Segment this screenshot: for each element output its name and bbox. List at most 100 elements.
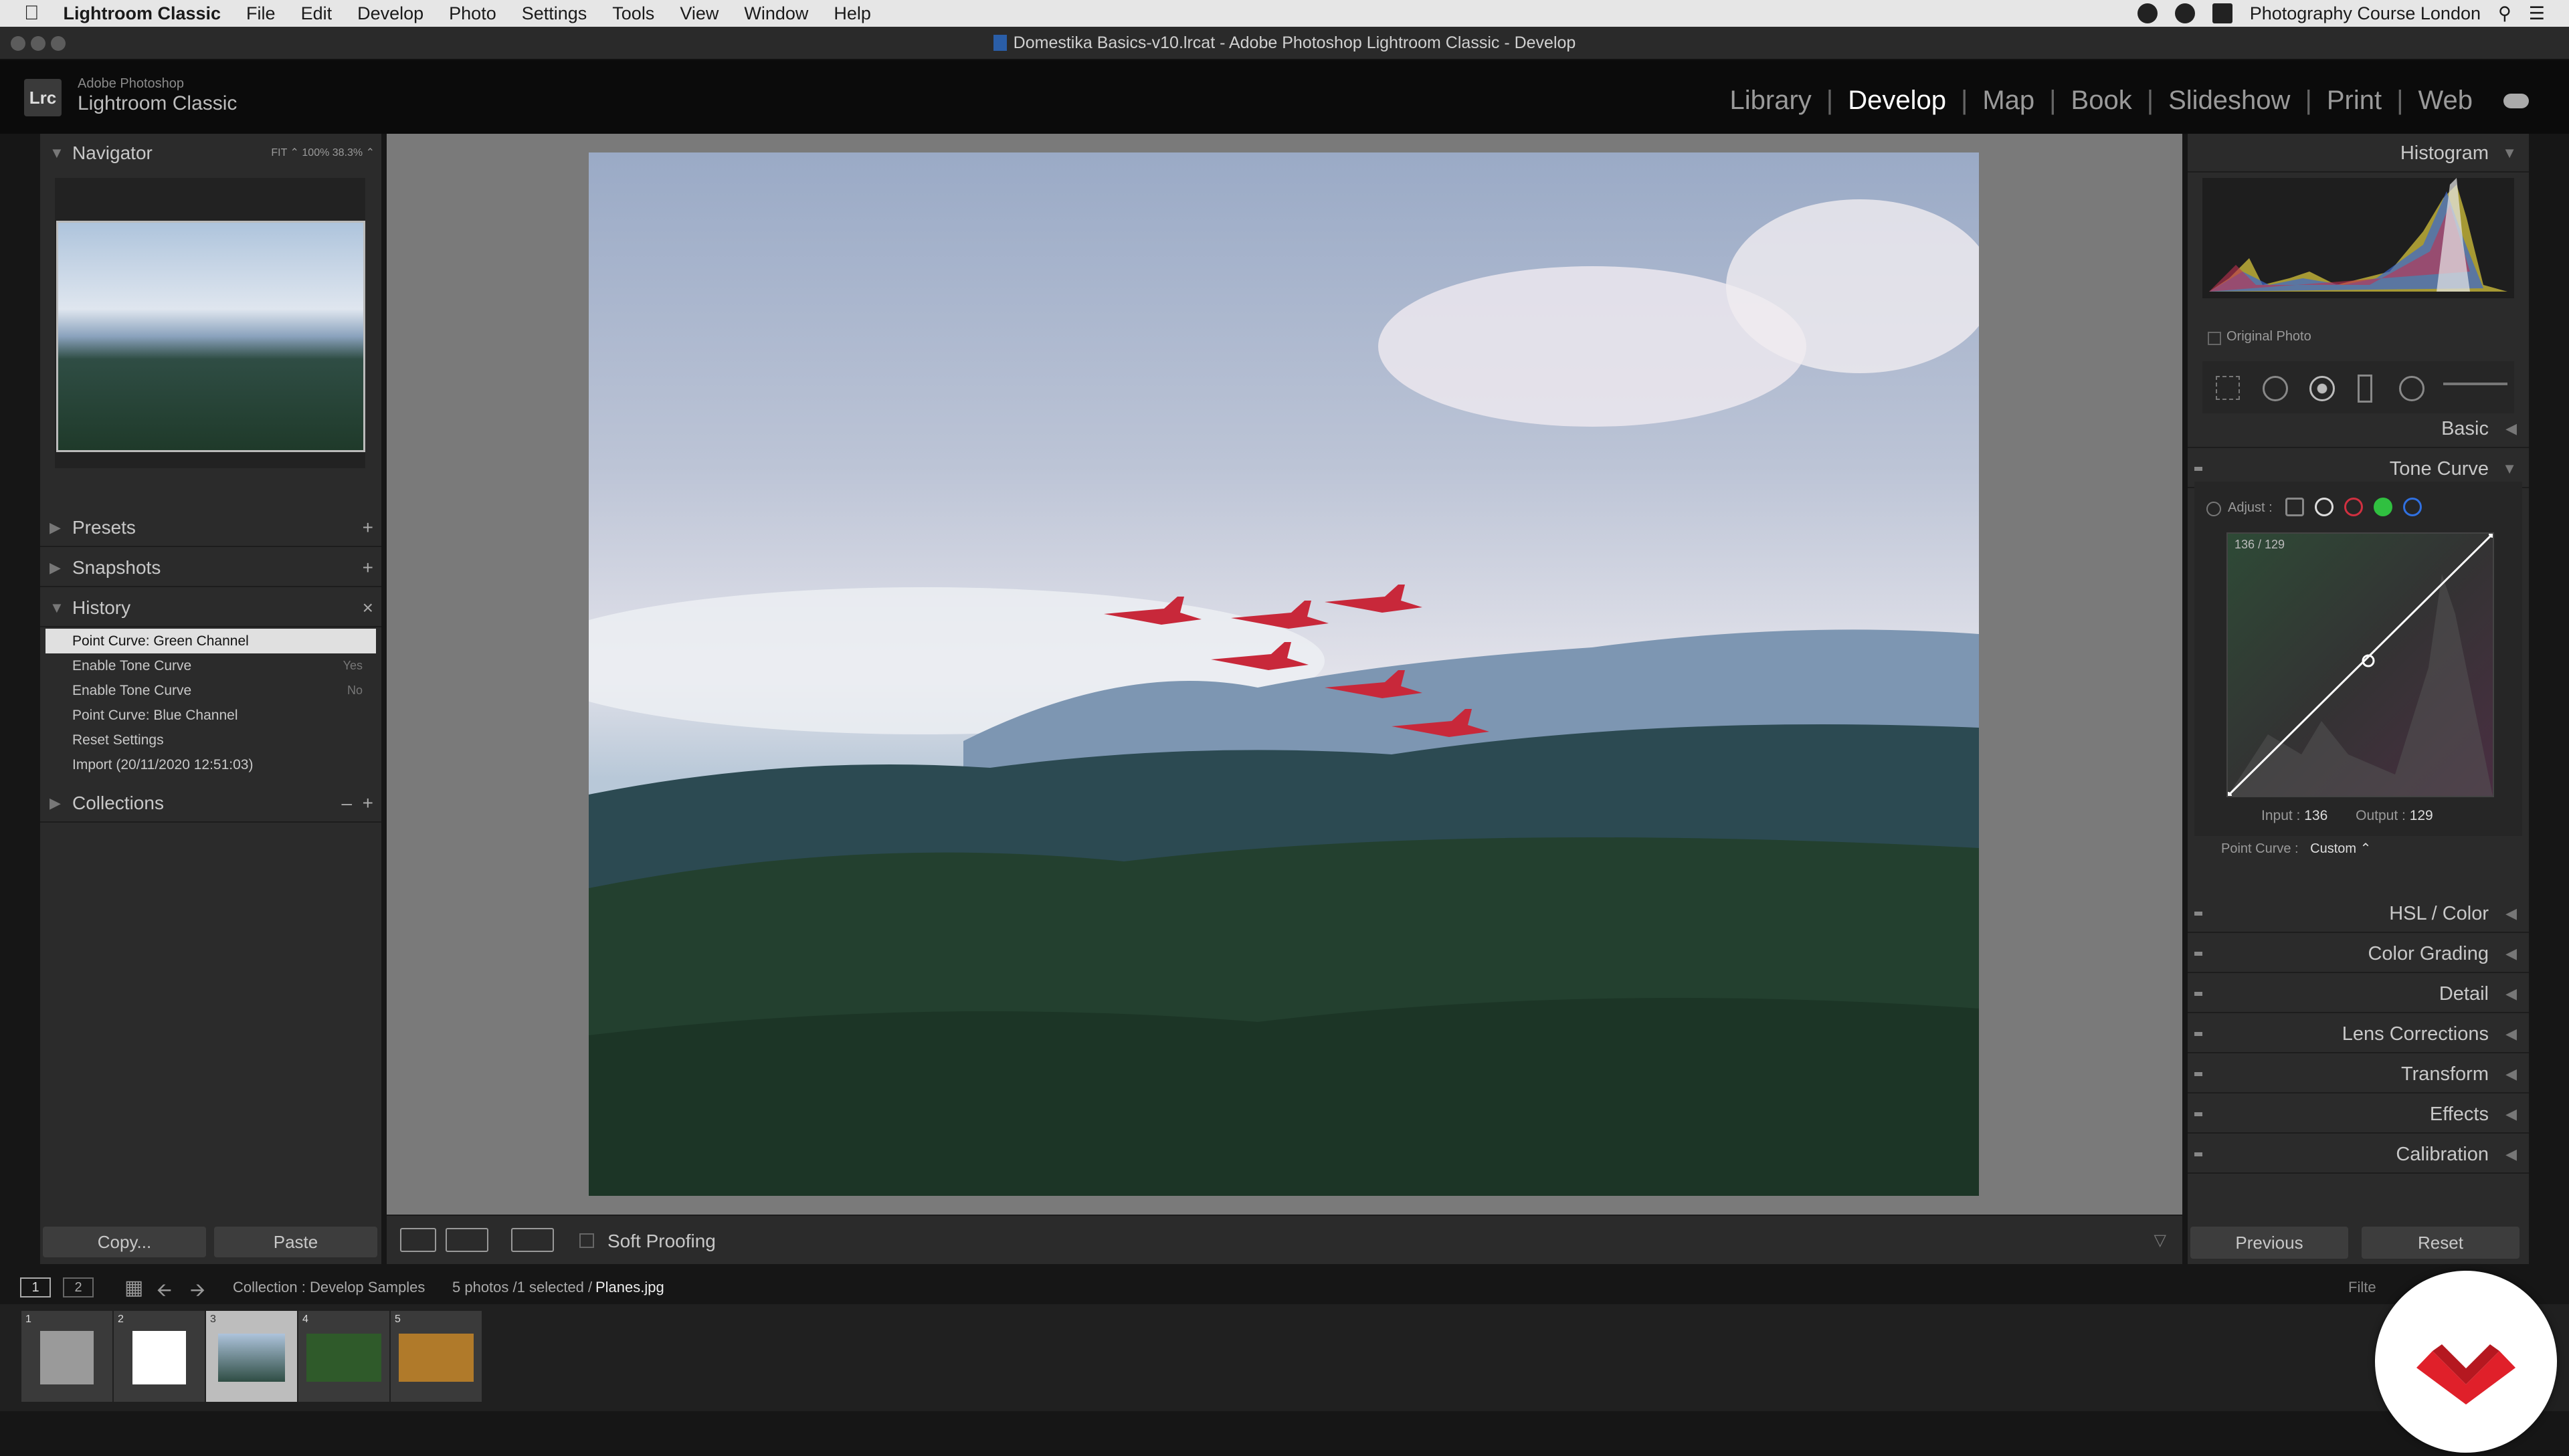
filmstrip-thumbnail[interactable]: 2 (114, 1311, 205, 1402)
menu-edit[interactable]: Edit (301, 3, 332, 24)
copy-settings-button[interactable]: Copy... (43, 1227, 206, 1257)
filmstrip-thumbnail[interactable]: 5 (391, 1311, 482, 1402)
calibration-header[interactable]: Calibration ◀ (2188, 1135, 2529, 1174)
point-curve-rgb-icon[interactable] (2315, 498, 2334, 516)
filmstrip-thumbnail[interactable]: 1 (21, 1311, 112, 1402)
panel-switch-icon[interactable] (2194, 912, 2202, 916)
green-channel-icon[interactable] (2374, 498, 2392, 516)
panel-switch-icon[interactable] (2194, 1152, 2202, 1156)
minimize-window-button[interactable] (31, 36, 45, 51)
menu-file[interactable]: File (246, 3, 276, 24)
menu-develop[interactable]: Develop (357, 3, 423, 24)
apple-icon[interactable]:  (24, 2, 39, 25)
target-adjust-icon[interactable] (2206, 502, 2221, 516)
cloud-sync-icon[interactable] (2503, 93, 2529, 108)
panel-switch-icon[interactable] (2194, 1112, 2202, 1116)
back-arrow-icon[interactable]: 🡨 (157, 1276, 172, 1308)
hsl-color-header[interactable]: HSL / Color ◀ (2188, 894, 2529, 933)
point-curve-value[interactable]: Custom ⌃ (2310, 841, 2371, 856)
soft-proofing-checkbox[interactable] (579, 1233, 594, 1248)
module-library[interactable]: Library (1715, 86, 1826, 116)
reset-button[interactable]: Reset (2362, 1227, 2519, 1259)
graduated-filter-icon[interactable] (2358, 375, 2372, 403)
record-icon[interactable] (2137, 3, 2158, 23)
histogram-header[interactable]: Histogram ▼ (2188, 134, 2529, 173)
detail-header[interactable]: Detail ◀ (2188, 974, 2529, 1013)
secondary-window-button[interactable]: 2 (63, 1277, 94, 1297)
panel-switch-icon[interactable] (2194, 467, 2202, 471)
module-map[interactable]: Map (1968, 86, 2049, 116)
zoom-options[interactable]: FIT ⌃ 100% 38.3% ⌃ (271, 134, 375, 173)
before-after-split-icon[interactable] (511, 1228, 554, 1252)
control-center-icon[interactable]: ☰ (2529, 3, 2545, 24)
module-book[interactable]: Book (2057, 86, 2147, 116)
history-item[interactable]: Reset Settings (45, 728, 376, 752)
add-collection-icon[interactable]: – + (342, 784, 373, 823)
module-develop[interactable]: Develop (1833, 86, 1961, 116)
creative-cloud-icon[interactable] (2174, 3, 2195, 23)
add-snapshot-icon[interactable]: + (363, 548, 373, 587)
spot-removal-icon[interactable] (2263, 376, 2288, 401)
toolbar-menu-chevron-icon[interactable]: ▽ (2154, 1231, 2166, 1250)
screen-icon[interactable] (2212, 3, 2232, 23)
menu-view[interactable]: View (680, 3, 719, 24)
grid-view-icon[interactable]: ▦ (124, 1276, 143, 1299)
app-menu[interactable]: Lightroom Classic (64, 3, 221, 24)
filmstrip-thumbnail[interactable]: 4 (298, 1311, 389, 1402)
selected-filename[interactable]: Planes.jpg (595, 1279, 664, 1296)
filter-label[interactable]: Filte (2348, 1279, 2376, 1296)
tone-curve-graph[interactable] (2224, 530, 2497, 800)
brush-tool-slider-icon[interactable] (2443, 383, 2507, 385)
point-curve-selector[interactable]: Point Curve : Custom ⌃ (2221, 840, 2371, 857)
close-window-button[interactable] (11, 36, 25, 51)
red-eye-icon[interactable] (2309, 376, 2335, 401)
snapshots-header[interactable]: ▶ Snapshots + (40, 548, 381, 587)
panel-switch-icon[interactable] (2194, 1072, 2202, 1076)
original-photo-checkbox[interactable] (2208, 332, 2221, 345)
blue-channel-icon[interactable] (2403, 498, 2422, 516)
clear-history-icon[interactable]: × (363, 589, 373, 627)
crop-tool-icon[interactable] (2216, 376, 2240, 400)
module-web[interactable]: Web (2403, 86, 2487, 116)
menu-window[interactable]: Window (744, 3, 808, 24)
radial-filter-icon[interactable] (2399, 376, 2424, 401)
loupe-view-icon[interactable] (400, 1228, 436, 1252)
parametric-curve-icon[interactable] (2285, 498, 2304, 516)
history-item[interactable]: Point Curve: Blue Channel (45, 703, 376, 728)
lens-corrections-header[interactable]: Lens Corrections ◀ (2188, 1015, 2529, 1053)
filmstrip-source[interactable]: Collection : Develop Samples (233, 1279, 425, 1296)
filmstrip-thumbnail-selected[interactable]: 3 (206, 1311, 297, 1402)
menu-settings[interactable]: Settings (522, 3, 587, 24)
collections-header[interactable]: ▶ Collections – + (40, 784, 381, 823)
before-after-icon[interactable] (446, 1228, 488, 1252)
paste-settings-button[interactable]: Paste (214, 1227, 377, 1257)
panel-switch-icon[interactable] (2194, 952, 2202, 956)
panel-switch-icon[interactable] (2194, 992, 2202, 996)
effects-header[interactable]: Effects ◀ (2188, 1095, 2529, 1134)
transform-header[interactable]: Transform ◀ (2188, 1055, 2529, 1094)
forward-arrow-icon[interactable]: 🡪 (190, 1276, 205, 1308)
history-item[interactable]: Enable Tone Curve Yes (45, 653, 376, 678)
presets-header[interactable]: ▶ Presets + (40, 508, 381, 547)
menu-tools[interactable]: Tools (612, 3, 654, 24)
navigator-thumbnail[interactable] (56, 221, 365, 452)
module-print[interactable]: Print (2312, 86, 2396, 116)
add-preset-icon[interactable]: + (363, 508, 373, 547)
color-grading-header[interactable]: Color Grading ◀ (2188, 934, 2529, 973)
module-slideshow[interactable]: Slideshow (2154, 86, 2305, 116)
red-channel-icon[interactable] (2344, 498, 2363, 516)
history-item[interactable]: Enable Tone Curve No (45, 678, 376, 703)
panel-switch-icon[interactable] (2194, 1032, 2202, 1036)
histogram-graph[interactable] (2202, 178, 2514, 298)
zoom-window-button[interactable] (51, 36, 66, 51)
history-header[interactable]: ▼ History × (40, 589, 381, 627)
main-photo[interactable] (589, 152, 1979, 1196)
navigator-header[interactable]: ▼ Navigator FIT ⌃ 100% 38.3% ⌃ (40, 134, 381, 173)
menu-help[interactable]: Help (834, 3, 871, 24)
basic-header[interactable]: Basic ◀ (2188, 409, 2529, 448)
spotlight-icon[interactable]: ⚲ (2498, 3, 2511, 24)
main-window-button[interactable]: 1 (20, 1277, 51, 1297)
history-item[interactable]: Point Curve: Green Channel (45, 629, 376, 653)
history-item[interactable]: Import (20/11/2020 12:51:03) (45, 752, 376, 777)
menu-photo[interactable]: Photo (449, 3, 496, 24)
